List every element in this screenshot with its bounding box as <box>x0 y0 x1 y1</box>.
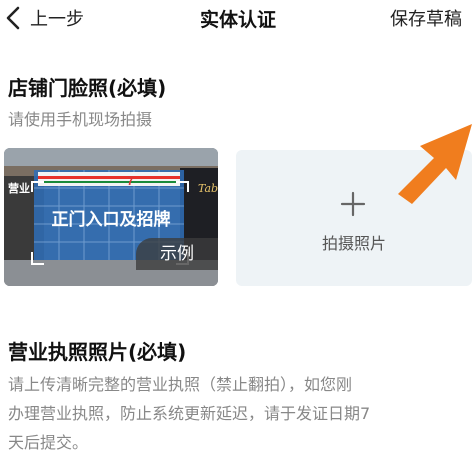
sample-tag: 示例 <box>136 238 218 270</box>
top-bar: 上一步 实体认证 保存草稿 <box>0 0 476 38</box>
storefront-section-title: 店铺门脸照(必填) <box>8 76 167 100</box>
annotation-arrow-icon <box>390 118 474 212</box>
svg-text:7: 7 <box>127 174 134 188</box>
license-description: 请上传清晰完整的营业执照（禁止翻拍），如您刚 办理营业执照，防止系统更新延迟，请… <box>8 370 468 457</box>
storefront-sign-text-right: Tab <box>198 182 218 195</box>
storefront-section-subtitle: 请使用手机现场拍摄 <box>8 110 153 129</box>
storefront-sign-text: 营业 <box>8 181 30 195</box>
take-photo-label: 拍摄照片 <box>321 234 386 253</box>
storefront-sample-image: 7 营业 Tab 正门入口及招牌 示例 <box>4 148 218 286</box>
save-draft-button[interactable]: 保存草稿 <box>390 5 462 31</box>
license-description-line: 请上传清晰完整的营业执照（禁止翻拍），如您刚 <box>8 375 353 394</box>
sample-caption: 正门入口及招牌 <box>51 210 171 230</box>
license-section-title: 营业执照照片(必填) <box>8 340 187 364</box>
license-description-line: 办理营业执照，防止系统更新延迟，请于发证日期7 <box>8 404 371 423</box>
plus-icon <box>339 190 367 222</box>
